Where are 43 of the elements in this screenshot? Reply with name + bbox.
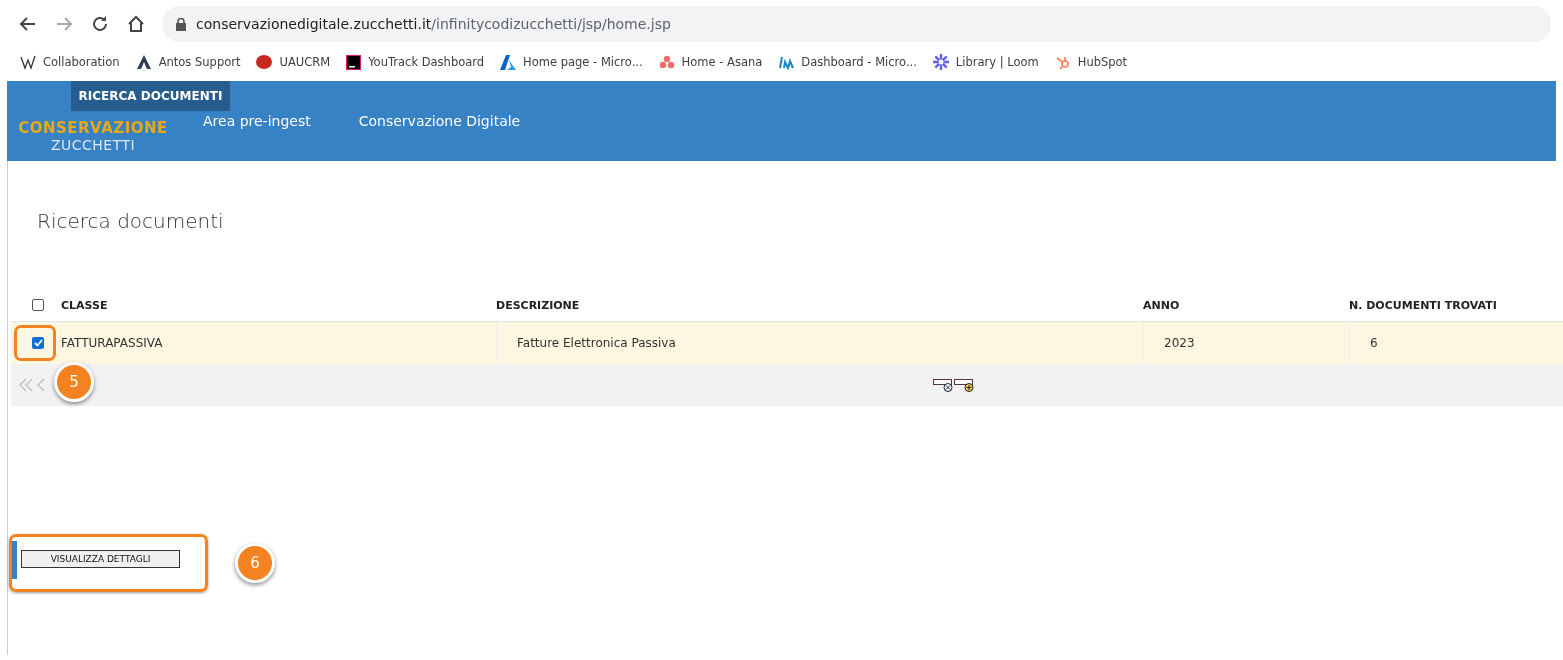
chart-logo-icon xyxy=(778,54,795,70)
logo-text: CONSERVAZIONE xyxy=(18,119,168,137)
bookmark[interactable]: YouTrack Dashboard xyxy=(346,54,485,70)
highlight-frame xyxy=(14,325,56,361)
page-title: Ricerca documenti xyxy=(36,208,225,235)
step-badge: 6 xyxy=(235,543,275,583)
logo-text: ZUCCHETTI xyxy=(50,137,136,153)
triangle-logo-icon xyxy=(135,54,152,70)
url-path: /infinitycodizucchetti/jsp/home.jsp xyxy=(431,16,671,32)
row-checkbox[interactable] xyxy=(32,337,44,349)
table-row[interactable]: FATTURAPASSIVA Fatture Elettronica Passiva 2023 6 xyxy=(11,322,1563,364)
bookmark[interactable]: Library | Loom xyxy=(932,54,1039,70)
bookmark[interactable]: Home page - Micro... xyxy=(500,54,643,70)
bookmark[interactable]: Collaboration xyxy=(20,54,120,70)
sprocket-logo-icon xyxy=(1054,54,1071,70)
address-bar[interactable]: conservazionedigitale.zucchetti.it/infinitycodizucchetti/jsp/home.jsp xyxy=(162,6,1551,42)
w-logo-icon xyxy=(20,54,36,70)
column-header: ANNO xyxy=(1143,298,1181,312)
column-header: CLASSE xyxy=(61,298,109,312)
column-header: DESCRIZIONE xyxy=(496,298,581,312)
menu-item[interactable]: Area pre-ingest xyxy=(203,113,311,129)
crm-logo-icon xyxy=(256,55,273,69)
column-header: N. DOCUMENTI TROVATI xyxy=(1349,298,1498,312)
bookmark[interactable]: HubSpot xyxy=(1054,54,1128,70)
bookmark[interactable]: Home - Asana xyxy=(658,55,763,69)
bookmark[interactable]: Dashboard - Micro... xyxy=(778,54,917,70)
bookmark[interactable]: Antos Support xyxy=(135,54,241,70)
menu-tab[interactable]: RICERCA DOCUMENTI xyxy=(71,81,230,111)
table-cell-text: FATTURAPASSIVA xyxy=(61,335,164,352)
add-column-icon[interactable] xyxy=(954,378,975,392)
asterisk-logo-icon xyxy=(932,54,949,70)
reload-icon[interactable] xyxy=(90,14,110,34)
select-all-checkbox[interactable] xyxy=(32,299,44,311)
remove-column-icon[interactable] xyxy=(933,378,954,392)
three-dots-icon xyxy=(658,55,675,69)
square-logo-icon xyxy=(346,54,362,70)
menu-item[interactable]: Conservazione Digitale xyxy=(358,113,521,129)
bookmark[interactable]: UAUCRM xyxy=(256,55,331,69)
azure-logo-icon xyxy=(500,54,517,70)
url-host: conservazionedigitale.zucchetti.it xyxy=(196,16,432,32)
lock-icon xyxy=(176,17,186,31)
details-button[interactable]: VISUALIZZA DETTAGLI xyxy=(21,550,180,568)
home-icon[interactable] xyxy=(126,14,146,34)
